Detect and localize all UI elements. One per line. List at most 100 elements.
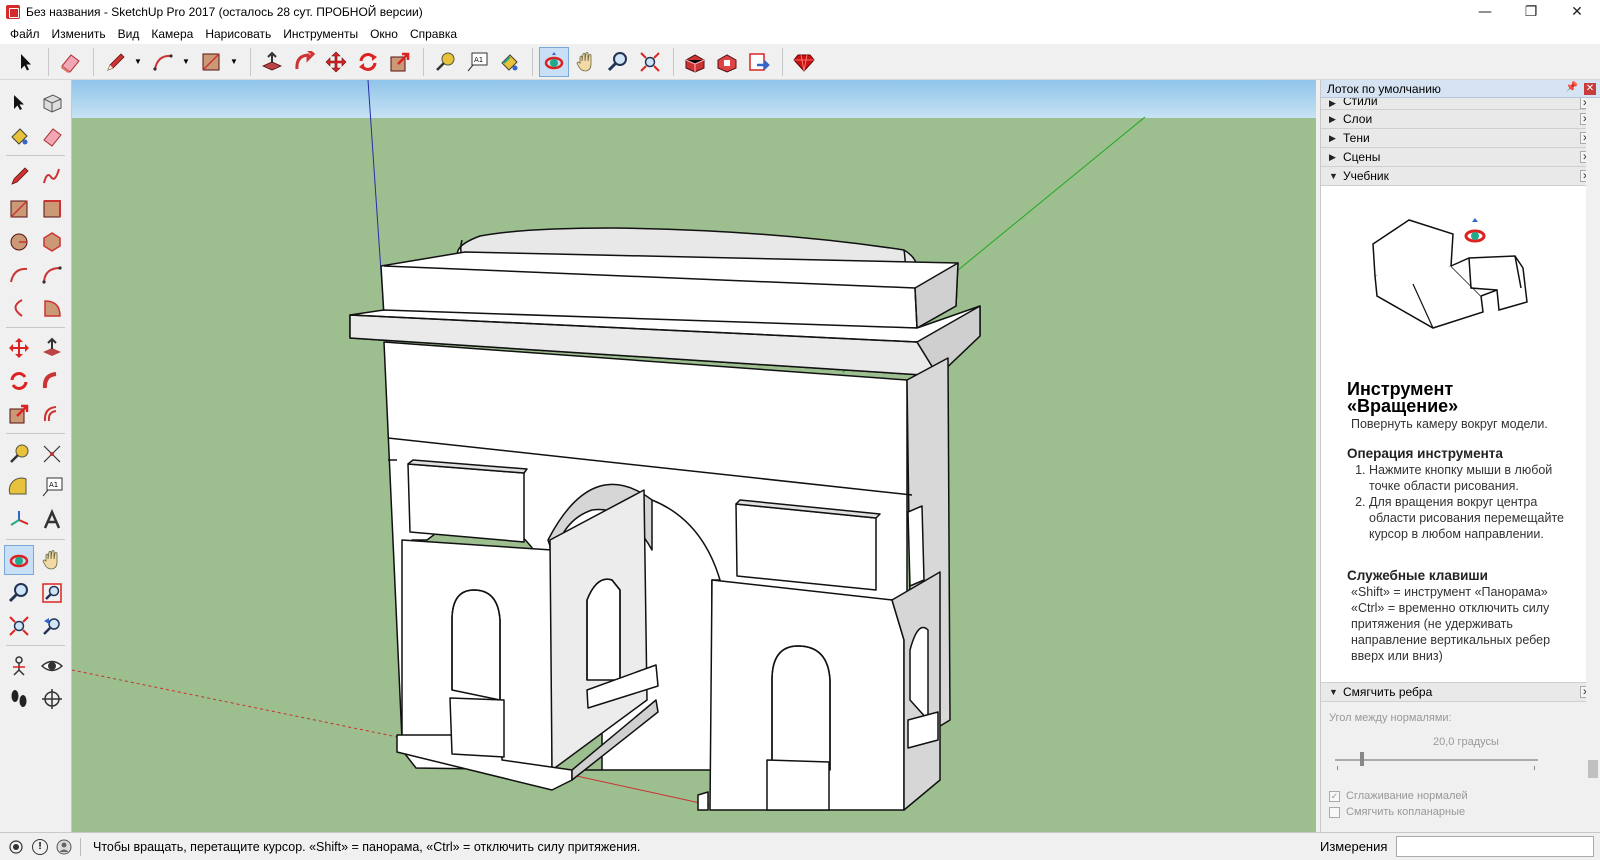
drawing-area[interactable]: [72, 80, 1316, 832]
panel-instructor[interactable]: ▼ Учебник ✕: [1321, 167, 1600, 186]
arc-dropdown[interactable]: ▼: [180, 47, 192, 77]
push-pull-tool-button[interactable]: [257, 47, 287, 77]
menu-window[interactable]: Окно: [364, 24, 404, 44]
left-freehand-button[interactable]: [38, 161, 68, 191]
left-3d-text-button[interactable]: [38, 505, 68, 535]
left-arc-button[interactable]: [4, 260, 34, 290]
send-to-layout-button[interactable]: [744, 47, 774, 77]
window-title: Без названия - SketchUp Pro 2017 (остало…: [26, 5, 423, 19]
left-previous-view-button[interactable]: [38, 611, 68, 641]
user-icon[interactable]: [56, 839, 72, 855]
menu-tools[interactable]: Инструменты: [277, 24, 364, 44]
panel-scenes[interactable]: ▶ Сцены ✕: [1321, 148, 1600, 167]
pan-tool-button[interactable]: [571, 47, 601, 77]
ruby-console-button[interactable]: [789, 47, 819, 77]
select-icon: [13, 94, 24, 110]
left-protractor-button[interactable]: [4, 472, 34, 502]
rectangle-dropdown[interactable]: ▼: [228, 47, 240, 77]
left-text-button[interactable]: A1: [38, 472, 68, 502]
close-button[interactable]: ✕: [1554, 0, 1600, 24]
left-2point-arc-button[interactable]: [38, 260, 68, 290]
left-pan-button[interactable]: [38, 545, 67, 575]
triumphal-arch-model[interactable]: [349, 227, 981, 811]
pencil-icon: [107, 52, 125, 71]
title-bar: Без названия - SketchUp Pro 2017 (остало…: [0, 0, 1600, 24]
menu-camera[interactable]: Камера: [145, 24, 199, 44]
menu-edit[interactable]: Изменить: [46, 24, 112, 44]
menu-view[interactable]: Вид: [112, 24, 146, 44]
zoom-tool-button[interactable]: [603, 47, 633, 77]
rectangle-tool-button[interactable]: [196, 47, 226, 77]
pencil-dropdown[interactable]: ▼: [132, 47, 144, 77]
menu-draw[interactable]: Нарисовать: [199, 24, 277, 44]
eraser-tool-button[interactable]: [55, 47, 85, 77]
left-tape-measure-button[interactable]: [4, 439, 34, 469]
left-paint-bucket-button[interactable]: [4, 121, 34, 151]
move-tool-button[interactable]: [321, 47, 351, 77]
panel-soften-edges[interactable]: ▼ Смягчить ребра ✕: [1321, 683, 1600, 702]
3d-warehouse-button[interactable]: [680, 47, 710, 77]
model-canvas[interactable]: [72, 80, 1316, 832]
left-walk-button[interactable]: [4, 684, 34, 714]
angle-slider-thumb[interactable]: [1360, 752, 1364, 766]
left-rectangle-button[interactable]: [4, 194, 34, 224]
zoom-extents-tool-button[interactable]: [635, 47, 665, 77]
left-polygon-button[interactable]: [38, 227, 68, 257]
menu-help[interactable]: Справка: [404, 24, 463, 44]
minimize-button[interactable]: —: [1462, 0, 1508, 24]
left-axes-button[interactable]: [4, 505, 34, 535]
left-rotate-button[interactable]: [4, 366, 34, 396]
scale-tool-button[interactable]: [385, 47, 415, 77]
tape-measure-tool-button[interactable]: [430, 47, 460, 77]
left-move-button[interactable]: [4, 333, 34, 363]
angle-slider-track[interactable]: [1335, 759, 1538, 761]
left-offset-button[interactable]: [38, 399, 68, 429]
maximize-button[interactable]: ❐: [1508, 0, 1554, 24]
left-rotated-rectangle-button[interactable]: [38, 194, 68, 224]
rotate-icon: [359, 52, 377, 71]
left-zoom-button[interactable]: [4, 578, 34, 608]
left-component-button[interactable]: [38, 88, 68, 118]
left-look-around-button[interactable]: [38, 651, 68, 681]
arc-tool-button[interactable]: [148, 47, 178, 77]
left-scale-button[interactable]: [4, 399, 34, 429]
smooth-normals-checkbox[interactable]: ✓ Сглаживание нормалей: [1329, 790, 1468, 802]
left-select-button[interactable]: [4, 88, 34, 118]
extension-warehouse-button[interactable]: [712, 47, 742, 77]
panel-shadows[interactable]: ▶ Тени ✕: [1321, 129, 1600, 148]
left-pie-button[interactable]: [38, 293, 68, 323]
text-tool-button[interactable]: A1: [462, 47, 492, 77]
follow-me-icon: [295, 50, 315, 69]
select-tool-button[interactable]: [10, 47, 40, 77]
left-eraser-button[interactable]: [38, 121, 68, 151]
paint-bucket-tool-button[interactable]: [494, 47, 524, 77]
pencil-tool-button[interactable]: [100, 47, 130, 77]
soften-coplanar-checkbox[interactable]: Смягчить копланарные: [1329, 806, 1465, 818]
rotate-tool-button[interactable]: [353, 47, 383, 77]
left-zoom-extents-button[interactable]: [4, 611, 34, 641]
credits-icon[interactable]: !: [32, 838, 48, 855]
panel-scenes-label: Сцены: [1343, 150, 1381, 164]
operation-steps: Нажмите кнопку мыши в любой точке област…: [1351, 462, 1576, 542]
panel-layers[interactable]: ▶ Слои ✕: [1321, 110, 1600, 129]
left-dimension-button[interactable]: [38, 439, 68, 469]
left-position-camera-button[interactable]: [4, 651, 34, 681]
left-zoom-window-button[interactable]: [38, 578, 68, 608]
orbit-tool-button[interactable]: [539, 46, 569, 77]
panel-styles[interactable]: ▶ Стили ✕: [1321, 98, 1600, 110]
left-orbit-button[interactable]: [4, 544, 34, 575]
tray-scrollbar[interactable]: [1586, 98, 1600, 832]
left-circle-button[interactable]: [4, 227, 34, 257]
geolocation-icon[interactable]: [8, 839, 24, 855]
left-follow-me-button[interactable]: [38, 366, 68, 396]
text-icon-label: A1: [474, 56, 483, 64]
measurements-input[interactable]: [1396, 836, 1594, 857]
pin-icon[interactable]: 📌: [1566, 82, 1578, 93]
left-line-button[interactable]: [4, 161, 34, 191]
left-push-pull-button[interactable]: [38, 333, 68, 363]
menu-file[interactable]: Файл: [4, 24, 46, 44]
tray-close-icon[interactable]: ✕: [1584, 83, 1596, 95]
left-section-plane-button[interactable]: [38, 684, 68, 714]
left-3point-arc-button[interactable]: [4, 293, 34, 323]
follow-me-tool-button[interactable]: [289, 47, 319, 77]
